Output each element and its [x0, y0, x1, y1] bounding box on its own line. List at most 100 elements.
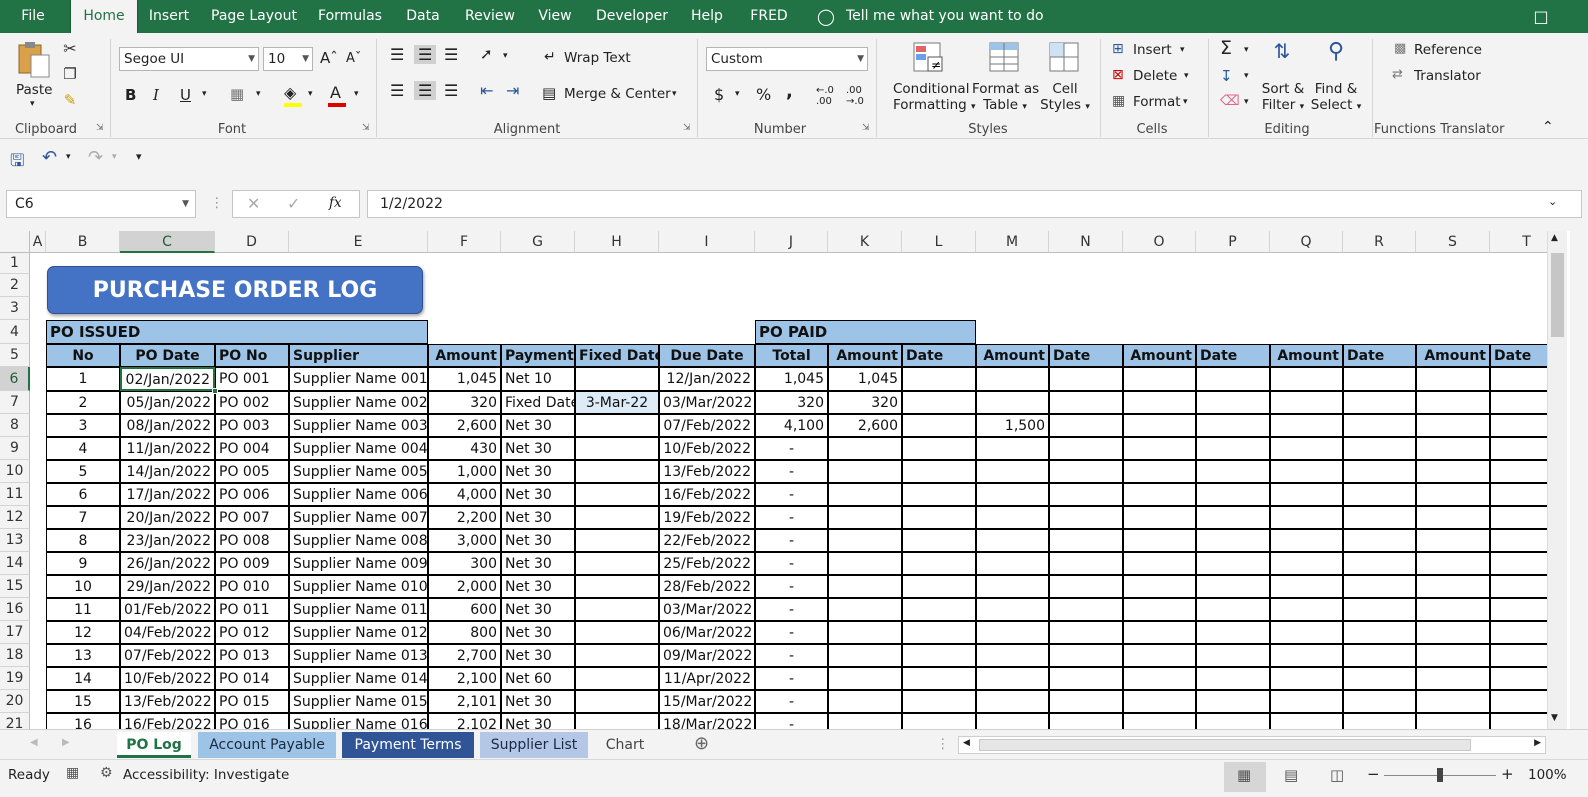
column-header[interactable]: R	[1343, 231, 1416, 253]
table-cell[interactable]: Net 30	[501, 690, 575, 713]
table-cell[interactable]	[1123, 575, 1196, 598]
drag-handle-icon[interactable]: ⋮	[936, 736, 950, 752]
table-cell[interactable]	[1123, 414, 1196, 437]
table-cell[interactable]	[1049, 575, 1123, 598]
row-header[interactable]: 14	[0, 552, 30, 575]
chevron-down-icon[interactable]: ▾	[112, 152, 117, 162]
row-header[interactable]: 12	[0, 506, 30, 529]
table-cell[interactable]: PO 004	[215, 437, 289, 460]
row-header[interactable]: 15	[0, 575, 30, 598]
table-cell[interactable]	[902, 483, 976, 506]
table-cell[interactable]	[1196, 552, 1270, 575]
clear-icon[interactable]: ⌫	[1220, 93, 1240, 109]
table-cell[interactable]: Net 30	[501, 598, 575, 621]
table-cell[interactable]	[1343, 437, 1416, 460]
table-cell[interactable]	[1416, 506, 1490, 529]
table-cell[interactable]: 2,000	[428, 575, 501, 598]
table-cell[interactable]: -	[755, 483, 828, 506]
table-cell[interactable]: 2,600	[828, 414, 902, 437]
column-header[interactable]: K	[828, 231, 902, 253]
table-cell[interactable]: 1	[46, 367, 120, 391]
table-cell[interactable]	[1196, 529, 1270, 552]
table-cell[interactable]	[1416, 575, 1490, 598]
table-cell[interactable]: -	[755, 460, 828, 483]
table-cell[interactable]	[1196, 367, 1270, 391]
table-cell[interactable]: 8	[46, 529, 120, 552]
table-cell[interactable]	[1270, 690, 1343, 713]
tab-data[interactable]: Data	[400, 0, 446, 33]
chevron-down-icon[interactable]: ▾	[503, 51, 508, 61]
dialog-launcher-icon[interactable]: ⇲	[683, 123, 691, 133]
table-cell[interactable]	[1270, 391, 1343, 414]
table-cell[interactable]	[1416, 460, 1490, 483]
table-cell[interactable]	[1123, 644, 1196, 667]
select-all-corner[interactable]	[0, 231, 30, 253]
table-cell[interactable]: Supplier Name 011	[289, 598, 428, 621]
table-cell[interactable]	[1123, 483, 1196, 506]
row-header[interactable]: 2	[0, 274, 30, 297]
prev-sheet-icon[interactable]: ◀	[30, 737, 38, 748]
middle-align-icon[interactable]: ☰	[414, 45, 437, 64]
row-header[interactable]: 18	[0, 644, 30, 667]
sort-filter-button[interactable]: Sort & Filter ▾	[1260, 81, 1306, 113]
number-format-select[interactable]: Custom ▼	[706, 47, 868, 71]
table-cell[interactable]: 10/Feb/2022	[120, 667, 215, 690]
table-cell[interactable]	[976, 437, 1049, 460]
comma-button[interactable]: ,	[786, 81, 793, 102]
table-cell[interactable]: -	[755, 552, 828, 575]
scroll-up-icon[interactable]: ▲	[1551, 233, 1558, 243]
row-header[interactable]: 6	[0, 367, 30, 391]
table-cell[interactable]: PO 008	[215, 529, 289, 552]
align-left-icon[interactable]: ☰	[390, 81, 404, 100]
table-cell[interactable]: 09/Mar/2022	[659, 644, 755, 667]
column-header[interactable]: P	[1196, 231, 1270, 253]
table-cell[interactable]	[902, 667, 976, 690]
table-cell[interactable]	[828, 460, 902, 483]
table-cell[interactable]: 2,600	[428, 414, 501, 437]
table-cell[interactable]: 6	[46, 483, 120, 506]
table-cell[interactable]: 3	[46, 414, 120, 437]
table-cell[interactable]	[575, 437, 659, 460]
table-cell[interactable]: PO 016	[215, 713, 289, 729]
table-cell[interactable]: 1,000	[428, 460, 501, 483]
table-cell[interactable]: PO 013	[215, 644, 289, 667]
table-cell[interactable]: PO 005	[215, 460, 289, 483]
table-cell[interactable]	[1196, 690, 1270, 713]
table-cell[interactable]: -	[755, 690, 828, 713]
table-cell[interactable]	[1049, 552, 1123, 575]
format-as-table-icon[interactable]	[988, 41, 1022, 75]
table-cell[interactable]: 04/Feb/2022	[120, 621, 215, 644]
enter-icon[interactable]: ✓	[287, 194, 300, 213]
table-cell[interactable]	[1196, 483, 1270, 506]
table-cell[interactable]: 13/Feb/2022	[120, 690, 215, 713]
table-cell[interactable]	[1049, 483, 1123, 506]
row-header[interactable]: 4	[0, 320, 30, 344]
table-cell[interactable]	[828, 506, 902, 529]
increase-decimal-icon[interactable]: ←.0.00	[816, 85, 834, 107]
column-header[interactable]: Q	[1270, 231, 1343, 253]
table-cell[interactable]	[828, 552, 902, 575]
table-cell[interactable]	[1270, 437, 1343, 460]
table-cell[interactable]: 9	[46, 552, 120, 575]
table-cell[interactable]	[1270, 713, 1343, 729]
merge-center-button[interactable]: Merge & Center	[564, 86, 671, 102]
scroll-right-icon[interactable]: ▶	[1534, 738, 1541, 748]
translator-icon[interactable]: ⇄	[1392, 67, 1403, 82]
table-cell[interactable]	[976, 644, 1049, 667]
table-cell[interactable]	[575, 667, 659, 690]
table-cell[interactable]: 2,700	[428, 644, 501, 667]
table-cell[interactable]	[902, 460, 976, 483]
table-cell[interactable]	[902, 644, 976, 667]
column-header[interactable]: F	[428, 231, 501, 253]
row-header[interactable]: 7	[0, 391, 30, 414]
chevron-down-icon[interactable]: ▾	[735, 89, 740, 99]
italic-button[interactable]: I	[153, 86, 159, 104]
table-cell[interactable]	[902, 713, 976, 729]
table-cell[interactable]: 4	[46, 437, 120, 460]
table-cell[interactable]	[902, 690, 976, 713]
align-center-icon[interactable]: ☰	[414, 81, 437, 100]
table-cell[interactable]	[1343, 690, 1416, 713]
table-cell[interactable]	[1343, 713, 1416, 729]
table-cell[interactable]: 12/Jan/2022	[659, 367, 755, 391]
table-cell[interactable]	[976, 598, 1049, 621]
